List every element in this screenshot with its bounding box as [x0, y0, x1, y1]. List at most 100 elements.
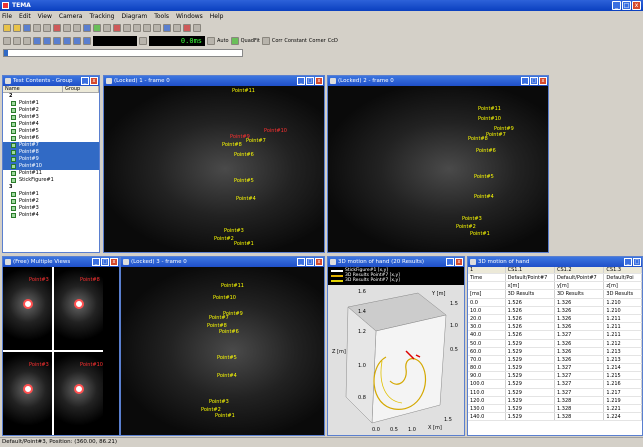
v2-close-icon[interactable]: x	[539, 77, 547, 85]
v1-min-icon[interactable]: _	[297, 77, 305, 85]
first-frame-icon[interactable]	[33, 37, 41, 45]
play-icon[interactable]	[63, 37, 71, 45]
menu-tracking[interactable]: Tracking	[89, 13, 114, 20]
marker-label[interactable]: Point#8	[222, 142, 242, 148]
marker-label[interactable]: Point#10	[213, 295, 236, 301]
marker-label[interactable]: Point#1	[215, 413, 235, 419]
corner-label[interactable]: Corner	[309, 38, 326, 44]
mv-max-icon[interactable]: □	[101, 258, 109, 266]
frame-slider-handle[interactable]	[4, 50, 8, 56]
v1-close-icon[interactable]: x	[315, 77, 323, 85]
checkbox-icon[interactable]	[11, 150, 16, 155]
chart-icon[interactable]	[153, 24, 161, 32]
mv-min-icon[interactable]: _	[92, 258, 100, 266]
checkbox-icon[interactable]	[11, 164, 16, 169]
tree-item[interactable]: Point#7	[3, 142, 99, 149]
marker-label[interactable]: Point#7	[209, 315, 229, 321]
video2-frame[interactable]: Point#11 Point#10 Point#9 Point#7 Point#…	[328, 86, 548, 252]
loop-icon[interactable]	[139, 37, 147, 45]
menu-windows[interactable]: Windows	[176, 13, 203, 20]
marker-label[interactable]: Point#11	[221, 283, 244, 289]
checkbox-icon[interactable]	[11, 143, 16, 148]
save-icon[interactable]	[23, 24, 31, 32]
checkbox-icon[interactable]	[11, 192, 16, 197]
checkbox-icon[interactable]	[11, 129, 16, 134]
tree-item[interactable]: Point#3	[3, 205, 99, 212]
table-row[interactable]: 100.0 1.529 1.327 1.216	[468, 380, 642, 389]
grid-icon[interactable]	[143, 24, 151, 32]
checkbox-icon[interactable]	[11, 115, 16, 120]
checkbox-icon[interactable]	[11, 136, 16, 141]
marker-label[interactable]: Point#6	[219, 329, 239, 335]
marker-label[interactable]: Point#7	[486, 132, 506, 138]
view-cell[interactable]: Point#3	[3, 352, 52, 435]
close-icon[interactable]: x	[632, 1, 641, 10]
table-row[interactable]: 130.0 1.529 1.328 1.221	[468, 405, 642, 414]
menu-tools[interactable]: Tools	[154, 13, 169, 20]
mv-close-icon[interactable]: x	[110, 258, 118, 266]
zoom-in-icon[interactable]	[123, 24, 131, 32]
table-header[interactable]: 1	[468, 267, 506, 273]
menu-help[interactable]: Help	[210, 13, 224, 20]
tree-item[interactable]: 3	[3, 184, 99, 191]
frame-slider[interactable]	[3, 49, 243, 57]
window-icon[interactable]	[183, 24, 191, 32]
checkbox-icon[interactable]	[11, 122, 16, 127]
menu-file[interactable]: File	[2, 13, 12, 20]
point-icon[interactable]	[103, 24, 111, 32]
table-row[interactable]: 0.0 1.526 1.326 1.210	[468, 298, 642, 307]
col-group-header[interactable]: Group	[63, 86, 99, 92]
marker-label[interactable]: Point#10	[478, 116, 501, 122]
marker-label[interactable]: Point#6	[476, 148, 496, 154]
marker-label[interactable]: Point#3	[224, 228, 244, 234]
track-icon[interactable]	[93, 24, 101, 32]
settings-icon[interactable]	[193, 24, 201, 32]
v1-max-icon[interactable]: □	[306, 77, 314, 85]
marker-label[interactable]: Point#5	[217, 355, 237, 361]
marker-label[interactable]: Point#5	[234, 178, 254, 184]
checkbox-icon[interactable]	[11, 199, 16, 204]
print-icon[interactable]	[33, 24, 41, 32]
tree-item[interactable]: Point#4	[3, 121, 99, 128]
tree-item[interactable]: Point#10	[3, 163, 99, 170]
video3-frame[interactable]: Point#11 Point#10 Point#9 Point#7 Point#…	[121, 267, 324, 435]
open-icon[interactable]	[13, 24, 21, 32]
marker-label[interactable]: Point#10	[264, 128, 287, 134]
tree-item[interactable]: Point#8	[3, 149, 99, 156]
table-icon[interactable]	[173, 24, 181, 32]
next-frame-icon[interactable]	[73, 37, 81, 45]
marker-label[interactable]: Point#6	[234, 152, 254, 158]
cut-icon[interactable]	[53, 24, 61, 32]
v2-max-icon[interactable]: □	[530, 77, 538, 85]
table-row[interactable]: 10.0 1.526 1.326 1.210	[468, 306, 642, 315]
menu-camera[interactable]: Camera	[59, 13, 83, 20]
marker-label[interactable]: Point#11	[232, 88, 255, 94]
table-row[interactable]: 40.0 1.526 1.327 1.211	[468, 331, 642, 340]
view-cell[interactable]: Point#3	[3, 267, 52, 350]
table-row[interactable]: 120.0 1.529 1.328 1.219	[468, 396, 642, 405]
checkbox-icon[interactable]	[11, 157, 16, 162]
table-row[interactable]: 90.0 1.529 1.327 1.215	[468, 372, 642, 381]
maximize-icon[interactable]: □	[622, 1, 631, 10]
auto-label[interactable]: Auto	[217, 38, 229, 44]
v3-min-icon[interactable]: _	[297, 258, 305, 266]
video1-frame[interactable]: Point#11 Point#10 Point#9 Point#7 Point#…	[104, 86, 324, 252]
v3-close-icon[interactable]: x	[315, 258, 323, 266]
marker-label[interactable]: Point#11	[478, 106, 501, 112]
tree-item[interactable]: Point#3	[3, 114, 99, 121]
undo-icon[interactable]	[43, 24, 51, 32]
tree-item[interactable]: Point#1	[3, 100, 99, 107]
marker-label[interactable]: Point#3	[209, 399, 229, 405]
panel-min-icon[interactable]: _	[81, 77, 89, 85]
tree-item[interactable]: Point#11	[3, 170, 99, 177]
diagram-icon[interactable]	[163, 24, 171, 32]
quadfit-label[interactable]: QuadFit	[241, 38, 260, 44]
tree-item[interactable]: 2	[3, 93, 99, 100]
marker-label[interactable]: Point#7	[246, 138, 266, 144]
zoom-out-icon[interactable]	[133, 24, 141, 32]
play-back-icon[interactable]	[53, 37, 61, 45]
checkbox-icon[interactable]	[11, 178, 16, 183]
v2-min-icon[interactable]: _	[521, 77, 529, 85]
measure-icon[interactable]	[23, 37, 31, 45]
marker-label[interactable]: Point#4	[236, 196, 256, 202]
